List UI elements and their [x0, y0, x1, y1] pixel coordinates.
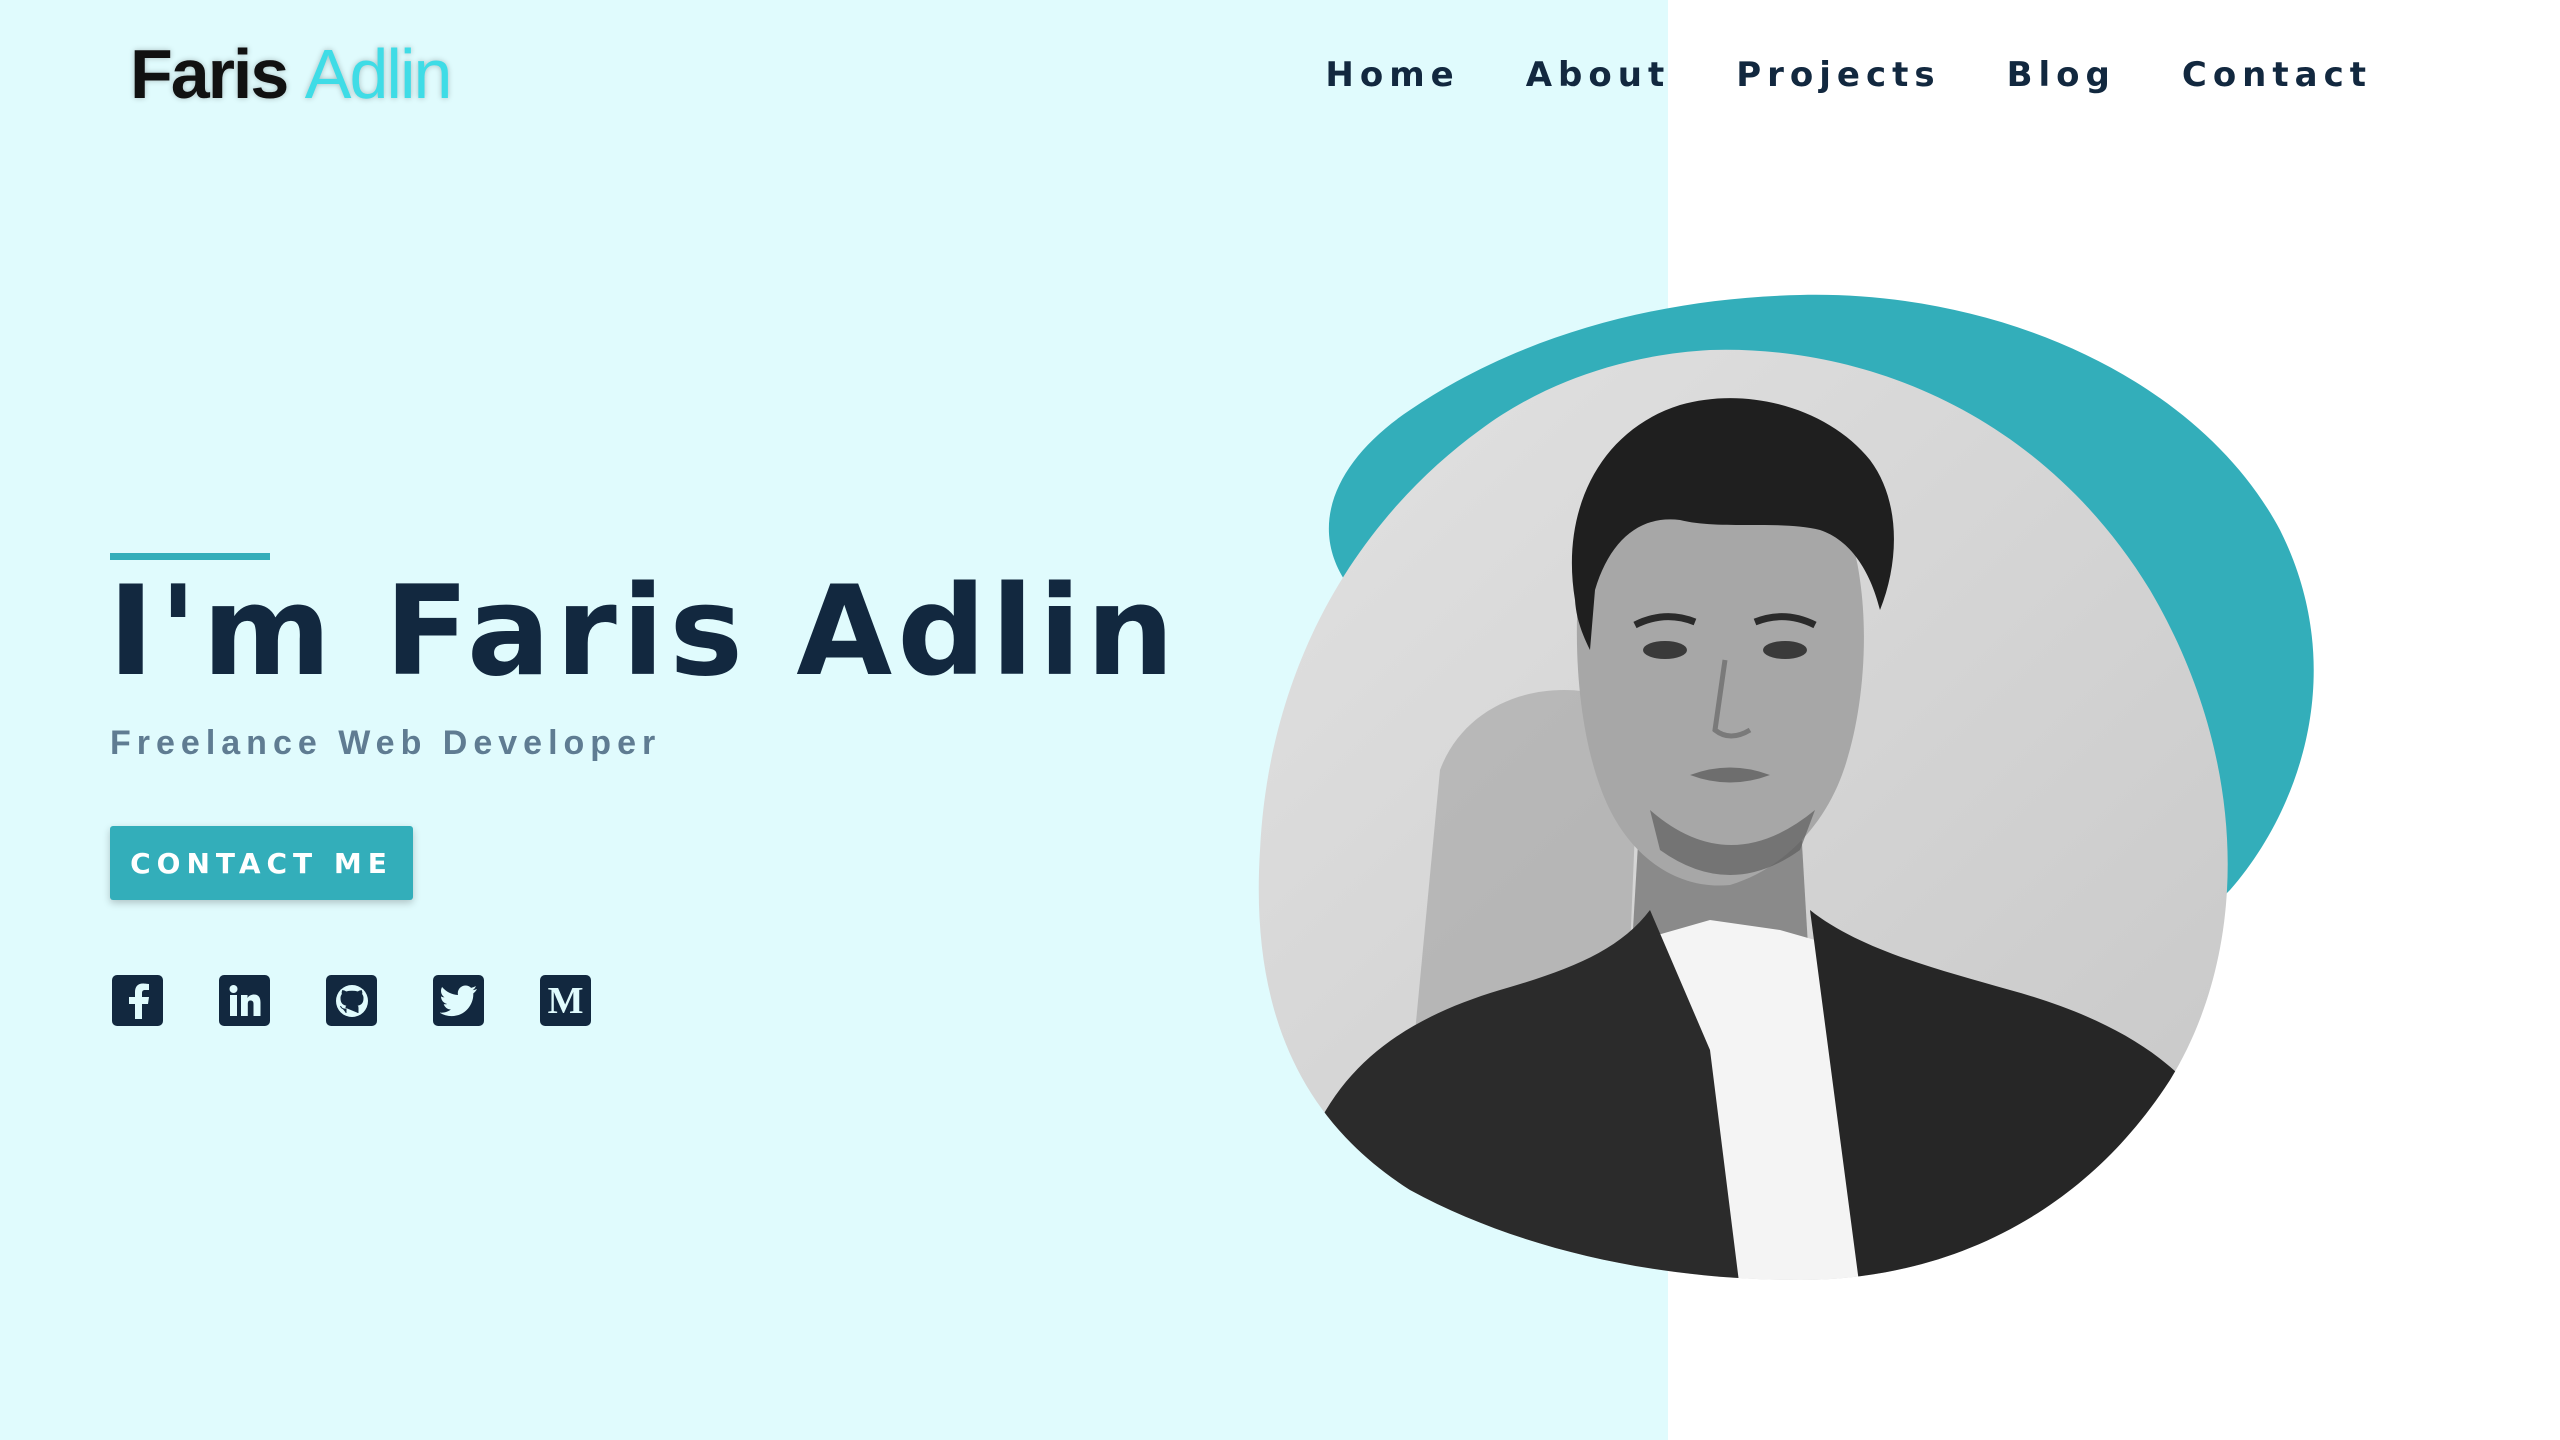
twitter-icon[interactable]	[433, 975, 484, 1026]
hero-title: I'm Faris Adlin	[108, 560, 1180, 704]
medium-icon[interactable]: M	[540, 975, 591, 1026]
nav-item-blog[interactable]: Blog	[2007, 55, 2116, 95]
contact-me-button[interactable]: CONTACT ME	[110, 826, 413, 900]
nav-item-about[interactable]: About	[1526, 55, 1670, 95]
nav-item-home[interactable]: Home	[1325, 55, 1459, 95]
nav-item-projects[interactable]: Projects	[1736, 55, 1940, 95]
hero-subtitle: Freelance Web Developer	[110, 724, 662, 762]
facebook-icon[interactable]	[112, 975, 163, 1026]
brand-logo[interactable]: Faris Adlin	[130, 34, 453, 114]
brand-logo-second: Adlin	[304, 35, 453, 113]
social-links: M	[112, 975, 591, 1026]
github-icon[interactable]	[326, 975, 377, 1026]
medium-glyph: M	[547, 979, 584, 1022]
brand-logo-first: Faris	[130, 35, 289, 113]
title-accent-line	[110, 553, 270, 560]
nav-item-contact[interactable]: Contact	[2182, 55, 2372, 95]
linkedin-icon[interactable]	[219, 975, 270, 1026]
profile-photo	[1240, 290, 2370, 1345]
main-nav: Home About Projects Blog Contact	[1325, 55, 2372, 95]
